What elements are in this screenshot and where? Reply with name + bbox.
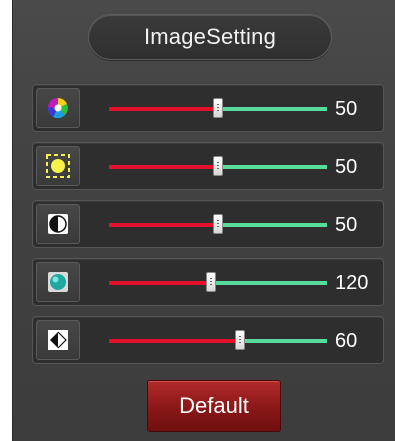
sun-icon xyxy=(36,146,80,186)
slider-thumb-saturation[interactable] xyxy=(206,272,216,292)
slider-thumb-sharpness[interactable] xyxy=(235,330,245,350)
default-button[interactable]: Default xyxy=(147,380,281,432)
slider-track-remaining xyxy=(240,339,327,343)
contrast-icon xyxy=(36,204,80,244)
panel-title-pill: ImageSetting xyxy=(88,14,332,60)
slider-track-remaining xyxy=(218,165,327,169)
slider-track-remaining xyxy=(218,223,327,227)
slider-row-sharpness: 60 xyxy=(32,316,384,364)
slider-track-filled xyxy=(109,223,218,227)
slider-thumb-brightness[interactable] xyxy=(213,156,223,176)
image-setting-panel: ImageSetting 50 50 50 120 60 Default xyxy=(12,0,395,441)
slider-value-contrast: 50 xyxy=(335,214,358,236)
slider-row-saturation: 120 xyxy=(32,258,384,306)
slider-track-filled xyxy=(109,165,218,169)
slider-value-brightness: 50 xyxy=(335,156,358,178)
slider-thumb-contrast[interactable] xyxy=(213,214,223,234)
slider-track-remaining xyxy=(211,281,327,285)
slider-thumb-color[interactable] xyxy=(213,98,223,118)
saturation-icon xyxy=(36,262,80,302)
color-wheel-icon xyxy=(36,88,80,128)
slider-track-remaining xyxy=(218,107,327,111)
slider-track-filled xyxy=(109,281,211,285)
slider-value-sharpness: 60 xyxy=(335,330,358,352)
sharpness-icon xyxy=(36,320,80,360)
slider-row-contrast: 50 xyxy=(32,200,384,248)
slider-value-saturation: 120 xyxy=(335,272,369,294)
slider-row-brightness: 50 xyxy=(32,142,384,190)
slider-track-filled xyxy=(109,339,240,343)
panel-title: ImageSetting xyxy=(143,24,277,49)
slider-value-color: 50 xyxy=(335,98,358,120)
slider-row-color: 50 xyxy=(32,84,384,132)
slider-track-filled xyxy=(109,107,218,111)
